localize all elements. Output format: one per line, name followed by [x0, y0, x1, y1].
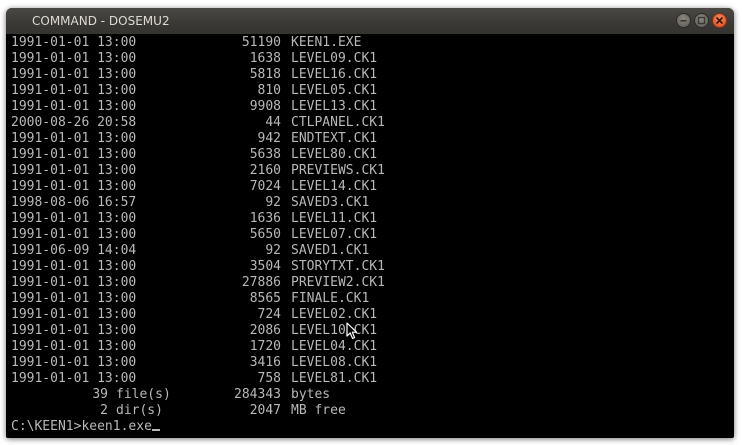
close-button[interactable]: [712, 13, 727, 28]
file-name: SAVED3.CK1: [291, 195, 370, 210]
file-size: 758: [257, 371, 281, 386]
file-name: FINALE.CK1: [291, 291, 370, 306]
file-size: 5818: [249, 67, 281, 82]
directory-listing-row: 1991-01-01 13:00 724 LEVEL02.CK1: [11, 307, 729, 323]
file-size: 1720: [249, 339, 281, 354]
file-name: LEVEL09.CK1: [291, 51, 378, 66]
text-cursor: [151, 429, 160, 431]
window-title: COMMAND - DOSEMU2: [32, 14, 170, 28]
file-name: CTLPANEL.CK1: [291, 115, 385, 130]
command-input[interactable]: keen1.exe: [81, 419, 151, 434]
window-titlebar[interactable]: COMMAND - DOSEMU2: [6, 8, 734, 34]
directory-listing-row: 1991-01-01 13:00 27886 PREVIEW2.CK1: [11, 275, 729, 291]
file-size: 3504: [249, 259, 281, 274]
file-name: SAVED1.CK1: [291, 243, 370, 258]
file-size: 1636: [249, 211, 281, 226]
directory-listing-row: 1991-01-01 13:00 51190 KEEN1.EXE: [11, 35, 729, 51]
directory-listing-row: 1991-01-01 13:00 942 ENDTEXT.CK1: [11, 131, 729, 147]
summary-files-row: 39 file(s) 284343 bytes: [11, 387, 729, 403]
file-size: 2160: [249, 163, 281, 178]
directory-listing-row: 1991-01-01 13:00 5818 LEVEL16.CK1: [11, 67, 729, 83]
file-name: KEEN1.EXE: [291, 35, 362, 50]
dirs-unit: MB free: [291, 403, 346, 418]
terminal-window: COMMAND - DOSEMU2 1991-01-01 13:00 51190…: [6, 8, 734, 438]
terminal-output[interactable]: 1991-01-01 13:00 51190 KEEN1.EXE 1991-01…: [11, 35, 729, 438]
file-name: LEVEL08.CK1: [291, 355, 378, 370]
dirs-free: 2047: [249, 403, 281, 418]
file-name: PREVIEWS.CK1: [291, 163, 385, 178]
prompt-path: C:\KEEN1>: [11, 419, 82, 434]
file-size: 5638: [249, 147, 281, 162]
file-name: LEVEL07.CK1: [291, 227, 378, 242]
directory-listing-row: 1991-06-09 14:04 92 SAVED1.CK1: [11, 243, 729, 259]
directory-listing-row: 1991-01-01 13:00 2086 LEVEL10.CK1: [11, 323, 729, 339]
minimize-icon: [680, 20, 687, 22]
file-size: 810: [257, 83, 281, 98]
directory-listing-row: 1991-01-01 13:00 2160 PREVIEWS.CK1: [11, 163, 729, 179]
maximize-button[interactable]: [694, 13, 709, 28]
file-name: LEVEL11.CK1: [291, 211, 378, 226]
file-size: 27886: [241, 275, 281, 290]
close-icon: [716, 17, 723, 24]
file-size: 7024: [249, 179, 281, 194]
directory-listing-row: 1991-01-01 13:00 7024 LEVEL14.CK1: [11, 179, 729, 195]
files-size: 284343: [234, 387, 281, 402]
file-size: 3416: [249, 355, 281, 370]
file-name: ENDTEXT.CK1: [291, 131, 378, 146]
minimize-button[interactable]: [676, 13, 691, 28]
directory-listing-row: 1991-01-01 13:00 8565 FINALE.CK1: [11, 291, 729, 307]
file-size: 9908: [249, 99, 281, 114]
file-name: LEVEL05.CK1: [291, 83, 378, 98]
maximize-icon: [697, 16, 706, 25]
directory-listing-row: 1998-08-06 16:57 92 SAVED3.CK1: [11, 195, 729, 211]
file-size: 92: [265, 243, 281, 258]
file-name: LEVEL16.CK1: [291, 67, 378, 82]
file-name: LEVEL13.CK1: [291, 99, 378, 114]
file-name: LEVEL02.CK1: [291, 307, 378, 322]
file-name: LEVEL80.CK1: [291, 147, 378, 162]
directory-listing-row: 1991-01-01 13:00 1720 LEVEL04.CK1: [11, 339, 729, 355]
command-prompt-row[interactable]: C:\KEEN1>keen1.exe: [11, 419, 729, 435]
file-size: 44: [265, 115, 281, 130]
file-name: LEVEL14.CK1: [291, 179, 378, 194]
directory-listing-row: 1991-01-01 13:00 5638 LEVEL80.CK1: [11, 147, 729, 163]
file-size: 1638: [249, 51, 281, 66]
files-unit: bytes: [291, 387, 331, 402]
window-controls: [676, 13, 727, 28]
file-size: 92: [265, 195, 281, 210]
file-size: 5650: [249, 227, 281, 242]
directory-listing-row: 1991-01-01 13:00 9908 LEVEL13.CK1: [11, 99, 729, 115]
directory-listing-row: 1991-01-01 13:00 810 LEVEL05.CK1: [11, 83, 729, 99]
summary-dirs-row: 2 dir(s) 2047 MB free: [11, 403, 729, 419]
directory-listing-row: 1991-01-01 13:00 3416 LEVEL08.CK1: [11, 355, 729, 371]
directory-listing-row: 1991-01-01 13:00 5650 LEVEL07.CK1: [11, 227, 729, 243]
file-name: LEVEL81.CK1: [291, 371, 378, 386]
directory-listing-row: 1991-01-01 13:00 3504 STORYTXT.CK1: [11, 259, 729, 275]
file-size: 8565: [249, 291, 281, 306]
directory-listing-row: 2000-08-26 20:58 44 CTLPANEL.CK1: [11, 115, 729, 131]
file-size: 942: [257, 131, 281, 146]
file-size: 724: [257, 307, 281, 322]
mouse-pointer-icon: [346, 322, 358, 340]
file-name: STORYTXT.CK1: [291, 259, 385, 274]
file-name: LEVEL10.CK1: [291, 323, 378, 338]
directory-listing-row: 1991-01-01 13:00 1636 LEVEL11.CK1: [11, 211, 729, 227]
file-size: 2086: [249, 323, 281, 338]
directory-listing-row: 1991-01-01 13:00 758 LEVEL81.CK1: [11, 371, 729, 387]
file-name: PREVIEW2.CK1: [291, 275, 385, 290]
directory-listing-row: 1991-01-01 13:00 1638 LEVEL09.CK1: [11, 51, 729, 67]
file-name: LEVEL04.CK1: [291, 339, 378, 354]
file-size: 51190: [241, 35, 281, 50]
